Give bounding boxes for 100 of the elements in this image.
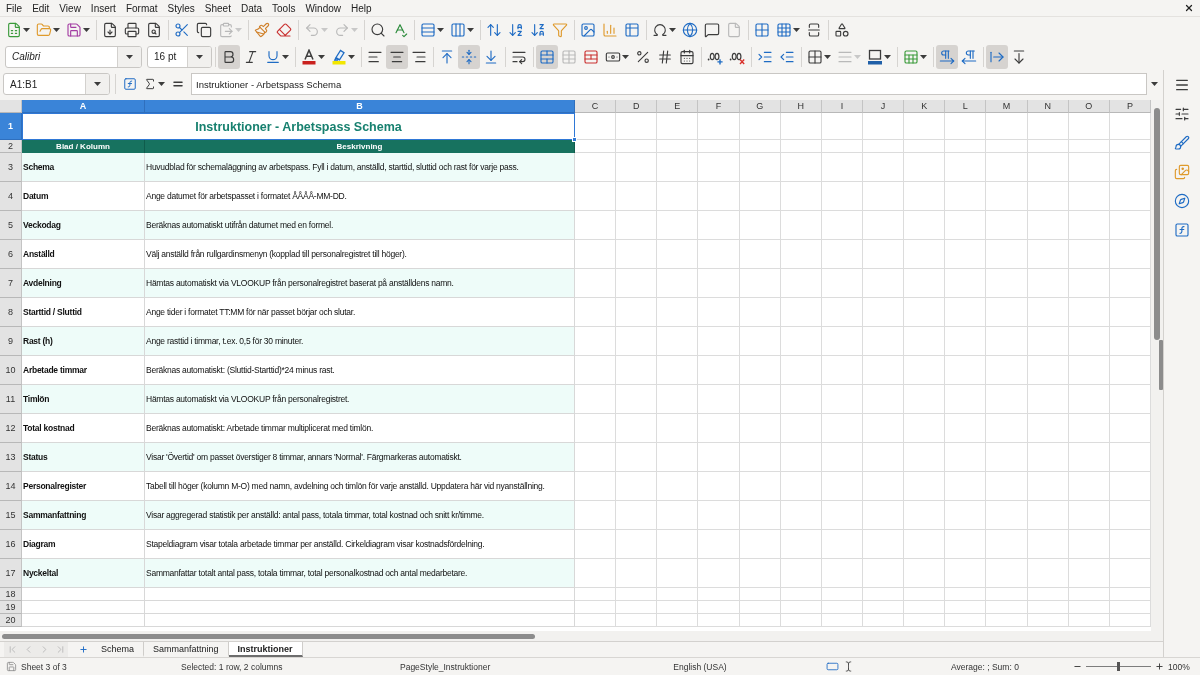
column-header[interactable]: H bbox=[780, 100, 822, 113]
menu-item[interactable]: Tools bbox=[267, 0, 301, 16]
row-header[interactable]: 19 bbox=[0, 601, 22, 614]
sliders-icon bbox=[1174, 106, 1190, 122]
font-size-dropdown[interactable] bbox=[187, 46, 211, 67]
horizontal-text-button[interactable] bbox=[986, 44, 1008, 69]
align-center-button[interactable] bbox=[386, 44, 408, 69]
row-header[interactable]: 7 bbox=[0, 269, 22, 298]
sheet-title: Instruktioner - Arbetspass Schema bbox=[22, 113, 575, 140]
zoom-in-button[interactable] bbox=[1155, 662, 1164, 671]
zoom-slider-thumb[interactable] bbox=[1117, 662, 1120, 671]
row-header[interactable]: 15 bbox=[0, 501, 22, 530]
table-cell: Beräknas automatiskt: (Sluttid-Starttid)*24 minus rast. bbox=[145, 356, 575, 385]
column-header[interactable]: E bbox=[657, 100, 699, 113]
font-name-field[interactable]: Calibri bbox=[5, 45, 142, 68]
column-header[interactable]: J bbox=[863, 100, 905, 113]
row-header[interactable]: 2 bbox=[0, 140, 22, 153]
row-header[interactable]: 3 bbox=[0, 153, 22, 182]
menu-item[interactable]: Window bbox=[300, 0, 346, 16]
eraser-icon bbox=[276, 22, 292, 38]
column-header[interactable]: M bbox=[986, 100, 1028, 113]
row-header[interactable]: 13 bbox=[0, 443, 22, 472]
column-header[interactable]: B bbox=[145, 100, 575, 113]
caret-icon bbox=[321, 28, 328, 32]
table-cell: Sammanfattar totalt antal pass, totala timmar, total personalkostnad och antal medarbetare. bbox=[145, 559, 575, 588]
bar-chart-icon bbox=[602, 22, 618, 38]
function-icon bbox=[123, 77, 137, 91]
menu-item[interactable]: Sheet bbox=[199, 0, 236, 16]
name-box-dropdown[interactable] bbox=[85, 74, 109, 94]
row-header[interactable]: 10 bbox=[0, 356, 22, 385]
close-icon bbox=[1184, 3, 1194, 13]
table-cell: Ange tider i formatet TT:MM för när passet börjar och slutar. bbox=[145, 298, 575, 327]
name-box[interactable]: A1:B1 bbox=[3, 73, 110, 95]
table-cell: Veckodag bbox=[22, 211, 145, 240]
column-header[interactable]: K bbox=[904, 100, 946, 113]
row-header[interactable]: 9 bbox=[0, 327, 22, 356]
column-header[interactable]: N bbox=[1027, 100, 1069, 113]
font-size-field[interactable]: 16 pt bbox=[147, 45, 212, 68]
font-name-dropdown[interactable] bbox=[117, 46, 141, 67]
column-header[interactable]: F bbox=[698, 100, 740, 113]
rectangle-icon[interactable] bbox=[826, 660, 839, 673]
close-button[interactable] bbox=[1183, 2, 1195, 14]
menu-item[interactable]: File bbox=[1, 0, 28, 16]
plus-icon bbox=[1155, 662, 1164, 671]
table-cell: Anställd bbox=[22, 240, 145, 269]
table-cell: Timlön bbox=[22, 385, 145, 414]
align-middle-button[interactable] bbox=[458, 44, 480, 69]
bold-button[interactable] bbox=[218, 44, 240, 69]
sheet-tab[interactable]: Schema bbox=[92, 642, 145, 657]
sidebar-handle[interactable] bbox=[1159, 340, 1163, 390]
page-icon bbox=[726, 22, 742, 38]
row-header[interactable]: 1 bbox=[0, 113, 22, 140]
left-to-right-button[interactable] bbox=[936, 44, 958, 69]
bold-icon bbox=[221, 48, 237, 65]
column-header[interactable]: A bbox=[22, 100, 145, 113]
sheet-tab[interactable]: Sammanfattning bbox=[144, 642, 229, 657]
row-header[interactable]: 11 bbox=[0, 385, 22, 414]
sort-ascending-icon bbox=[508, 22, 524, 38]
menu-item[interactable]: Help bbox=[346, 0, 377, 16]
caret-icon bbox=[824, 54, 831, 59]
column-header[interactable]: G bbox=[739, 100, 781, 113]
row-header[interactable]: 12 bbox=[0, 414, 22, 443]
sheet-tab[interactable]: Instruktioner bbox=[228, 642, 303, 657]
sort-descending-icon bbox=[530, 22, 546, 38]
menu-item[interactable]: Styles bbox=[162, 0, 200, 16]
split-cells-icon bbox=[583, 48, 599, 65]
row-header[interactable]: 20 bbox=[0, 614, 22, 627]
formula-input[interactable]: Instruktioner - Arbetspass Schema bbox=[191, 73, 1147, 95]
row-header[interactable]: 16 bbox=[0, 530, 22, 559]
column-header[interactable]: I bbox=[821, 100, 863, 113]
row-header[interactable]: 18 bbox=[0, 588, 22, 601]
row-header[interactable]: 17 bbox=[0, 559, 22, 588]
row-header[interactable]: 6 bbox=[0, 240, 22, 269]
menu-item[interactable]: View bbox=[54, 0, 86, 16]
caret-icon bbox=[467, 28, 474, 32]
row-header[interactable]: 5 bbox=[0, 211, 22, 240]
selection-handle[interactable] bbox=[572, 137, 577, 142]
menu-item[interactable]: Data bbox=[235, 0, 268, 16]
column-header[interactable]: D bbox=[616, 100, 658, 113]
table-cell: Hämtas automatiskt via VLOOKUP från personalregistret baserat på anställdens namn. bbox=[145, 269, 575, 298]
row-header[interactable]: 8 bbox=[0, 298, 22, 327]
column-header[interactable]: L bbox=[945, 100, 987, 113]
funnel-icon bbox=[552, 22, 568, 38]
table-icon bbox=[561, 48, 577, 65]
menu-item[interactable]: Edit bbox=[27, 0, 55, 16]
column-header[interactable]: C bbox=[575, 100, 617, 113]
caret-icon bbox=[282, 54, 289, 59]
menu-item[interactable]: Insert bbox=[85, 0, 121, 16]
row-header[interactable]: 14 bbox=[0, 472, 22, 501]
spreadsheet-file-icon bbox=[6, 22, 22, 38]
row-header[interactable]: 4 bbox=[0, 182, 22, 211]
merge-center-button[interactable] bbox=[536, 44, 558, 69]
menu-item[interactable]: Format bbox=[120, 0, 163, 16]
scrollbar-thumb[interactable] bbox=[1154, 108, 1160, 340]
font-color-icon bbox=[301, 48, 317, 65]
column-header[interactable]: P bbox=[1109, 100, 1151, 113]
column-header[interactable]: O bbox=[1068, 100, 1110, 113]
language-text: English (USA) bbox=[673, 661, 727, 672]
scrollbar-thumb[interactable] bbox=[2, 633, 535, 639]
printer-icon bbox=[124, 22, 140, 38]
